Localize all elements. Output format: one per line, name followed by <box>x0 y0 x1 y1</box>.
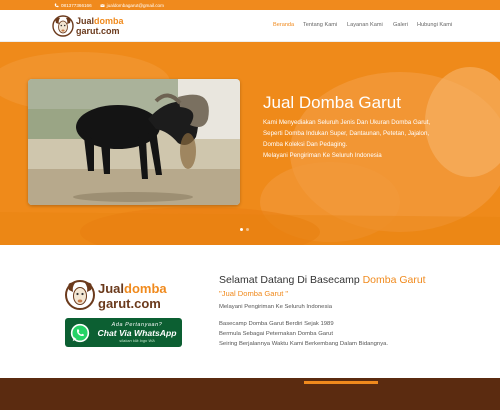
phone-icon <box>54 3 59 7</box>
top-contact-bar: 081377366166 jualdombagarut@gmail.com <box>0 0 500 10</box>
slider-dot[interactable] <box>240 228 243 231</box>
welcome-title-prefix: Selamat Datang Di Basecamp <box>219 274 363 286</box>
nav-item-beranda[interactable]: Beranda <box>273 22 294 28</box>
hero-line: Melayani Pengiriman Ke Seluruh Indonesia <box>263 152 382 159</box>
nav-item-hubungi-kami[interactable]: Hubungi Kami <box>417 22 452 28</box>
welcome-text-line: Bermula Sebagai Peternakan Domba Garut <box>219 331 333 337</box>
nav-item-galeri[interactable]: Galeri <box>393 22 408 28</box>
slide-image-goat <box>28 79 240 205</box>
whatsapp-chat-button[interactable]: Ada Pertanyaan? Chat Via WhatsApp silaka… <box>65 318 182 347</box>
nav-item-tentang-kami[interactable]: Tentang Kami <box>303 22 337 28</box>
welcome-title-highlight: Domba Garut <box>362 274 426 286</box>
footer-section <box>0 378 500 410</box>
welcome-title: Selamat Datang Di Basecamp Domba Garut <box>219 274 426 286</box>
footer-accent-bar <box>304 381 378 384</box>
welcome-text-line: Seiring Berjalannya Waktu Kami Berkemban… <box>219 341 389 347</box>
whatsapp-icon[interactable] <box>69 322 91 344</box>
whatsapp-label: Chat Via WhatsApp <box>97 328 177 338</box>
slider-dot[interactable] <box>246 228 249 231</box>
phone-number: 081377366166 <box>61 2 92 8</box>
logo2-part-garut: garut.com <box>98 296 161 311</box>
welcome-quote: "Jual Domba Garut " <box>219 289 289 298</box>
nav-item-layanan-kami[interactable]: Layanan Kami <box>347 22 383 28</box>
logo2-part-jual: Jual <box>98 281 124 296</box>
hero-line: Domba Koleksi Dan Pedaging. <box>263 141 348 148</box>
black-goat-photo <box>28 79 240 205</box>
welcome-text-line: Melayani Pengiriman Ke Seluruh Indonesia <box>219 304 332 310</box>
hero-title: Jual Domba Garut <box>263 93 401 112</box>
mail-icon <box>100 3 105 7</box>
main-nav: Beranda Tentang Kami Layanan Kami Galeri… <box>0 22 500 32</box>
hero-line: Seperti Domba Indukan Super, Dantaunan, … <box>263 130 430 137</box>
welcome-logo: Jualdomba garut.com <box>65 280 167 311</box>
logo2-part-domba: domba <box>124 281 167 296</box>
email-contact[interactable]: jualdombagarut@gmail.com <box>100 3 164 8</box>
email-address: jualdombagarut@gmail.com <box>106 2 164 8</box>
whatsapp-text: Ada Pertanyaan? Chat Via WhatsApp silaka… <box>95 322 179 343</box>
whatsapp-hint: silakan klik logo WA <box>119 338 155 343</box>
slider-dots <box>240 228 249 231</box>
phone-contact[interactable]: 081377366166 <box>54 3 92 8</box>
welcome-text-line: Basecamp Domba Garut Berdiri Sejak 1989 <box>219 321 334 327</box>
site-header: Jualdomba garut.com Beranda Tentang Kami… <box>0 10 500 42</box>
svg-text:Jualdomba: Jualdomba <box>98 281 167 296</box>
hero-description: Kami Menyediakan Seluruh Jenis Dan Ukura… <box>263 117 475 161</box>
hero-line: Kami Menyediakan Seluruh Jenis Dan Ukura… <box>263 119 431 126</box>
